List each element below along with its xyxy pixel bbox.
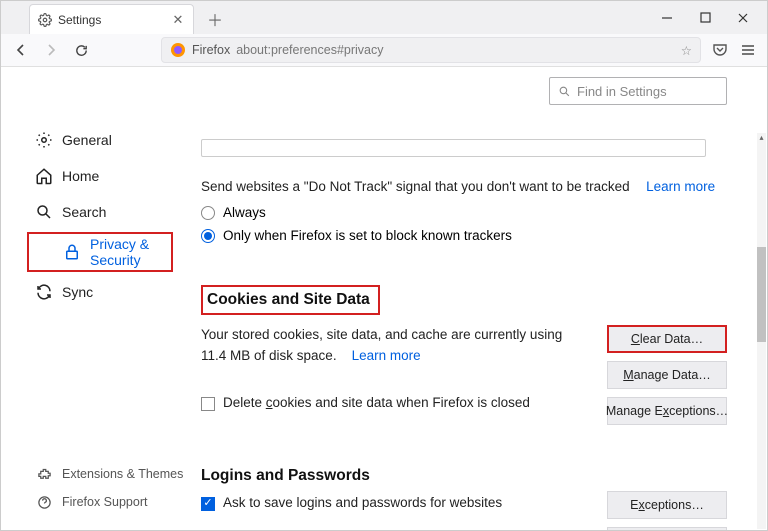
logins-header: Logins and Passwords bbox=[201, 467, 727, 485]
puzzle-icon bbox=[35, 465, 53, 483]
content-area: General Home Search Privacy & Security S… bbox=[1, 67, 767, 530]
sync-icon bbox=[35, 283, 53, 301]
url-brand: Firefox bbox=[192, 43, 230, 57]
sidebar: General Home Search Privacy & Security S… bbox=[1, 67, 191, 530]
bookmark-star-icon[interactable]: ☆ bbox=[681, 43, 692, 58]
manage-exceptions-button[interactable]: Manage Exceptions… bbox=[607, 397, 727, 425]
delete-on-close-checkbox[interactable]: Delete cookies and site data when Firefo… bbox=[201, 393, 587, 414]
radio-icon bbox=[201, 229, 215, 243]
radio-label: Always bbox=[223, 205, 266, 220]
sidebar-item-search[interactable]: Search bbox=[1, 194, 191, 230]
autofill-logins-checkbox[interactable]: ✓ Autofill logins and passwords bbox=[235, 528, 587, 530]
home-icon bbox=[35, 167, 53, 185]
gear-icon bbox=[35, 131, 53, 149]
dnt-always-radio[interactable]: Always bbox=[201, 205, 727, 220]
cookies-learn-more-link[interactable]: Learn more bbox=[352, 348, 421, 363]
checkbox-label: Autofill logins and passwords bbox=[257, 528, 431, 530]
scroll-up-icon[interactable]: ▴ bbox=[757, 133, 766, 143]
exceptions-button[interactable]: Exceptions… bbox=[607, 491, 727, 519]
minimize-button[interactable] bbox=[659, 10, 675, 26]
hamburger-menu-icon[interactable] bbox=[739, 41, 757, 59]
toolbar: Firefox about:preferences#privacy ☆ bbox=[1, 34, 767, 67]
firefox-icon bbox=[170, 42, 186, 58]
radio-icon bbox=[201, 206, 215, 220]
scrollbar-thumb[interactable] bbox=[757, 247, 766, 342]
search-icon bbox=[558, 85, 571, 98]
checkbox-icon bbox=[201, 397, 215, 411]
sidebar-item-support[interactable]: Firefox Support bbox=[1, 488, 191, 516]
help-icon bbox=[35, 493, 53, 511]
saved-logins-button[interactable]: Saved Logins… bbox=[607, 527, 727, 530]
dnt-text: Send websites a "Do Not Track" signal th… bbox=[201, 179, 630, 194]
gear-icon bbox=[38, 13, 52, 27]
close-window-button[interactable] bbox=[735, 10, 751, 26]
tab-close-icon[interactable]: ✕ bbox=[171, 12, 185, 28]
address-bar[interactable]: Firefox about:preferences#privacy ☆ bbox=[161, 37, 701, 63]
checkbox-label: Delete cookies and site data when Firefo… bbox=[223, 393, 530, 414]
manage-data-button[interactable]: Manage Data… bbox=[607, 361, 727, 389]
ask-save-logins-checkbox[interactable]: ✓ Ask to save logins and passwords for w… bbox=[201, 493, 587, 514]
sidebar-item-general[interactable]: General bbox=[1, 122, 191, 158]
cookies-header: Cookies and Site Data bbox=[201, 285, 380, 315]
tab-settings[interactable]: Settings ✕ bbox=[29, 4, 194, 34]
dnt-learn-more-link[interactable]: Learn more bbox=[646, 179, 715, 194]
url-text: about:preferences#privacy bbox=[236, 43, 681, 57]
search-icon bbox=[35, 203, 53, 221]
window: Settings ✕ ＋ Firefox about:preferences#p… bbox=[0, 0, 768, 531]
back-button[interactable] bbox=[11, 40, 31, 60]
tab-label: Settings bbox=[58, 13, 171, 27]
sidebar-item-home[interactable]: Home bbox=[1, 158, 191, 194]
lock-icon bbox=[63, 243, 81, 261]
radio-label: Only when Firefox is set to block known … bbox=[223, 228, 512, 243]
search-placeholder: Find in Settings bbox=[577, 84, 667, 99]
sidebar-label: Search bbox=[62, 204, 106, 220]
sidebar-item-sync[interactable]: Sync bbox=[1, 274, 191, 310]
sidebar-item-extensions[interactable]: Extensions & Themes bbox=[1, 460, 191, 488]
checkbox-icon: ✓ bbox=[201, 497, 215, 511]
sidebar-label: General bbox=[62, 132, 112, 148]
checkbox-label: Ask to save logins and passwords for web… bbox=[223, 493, 502, 514]
sidebar-label: Extensions & Themes bbox=[62, 467, 183, 481]
tab-strip: Settings ✕ ＋ bbox=[1, 1, 767, 34]
forward-button[interactable] bbox=[41, 40, 61, 60]
sidebar-label: Sync bbox=[62, 284, 93, 300]
sidebar-label: Home bbox=[62, 168, 99, 184]
window-controls bbox=[659, 1, 761, 34]
sidebar-label: Privacy & Security bbox=[90, 236, 171, 268]
maximize-button[interactable] bbox=[697, 10, 713, 26]
main-panel: Find in Settings Send websites a "Do Not… bbox=[191, 67, 767, 530]
new-tab-button[interactable]: ＋ bbox=[200, 4, 230, 34]
sidebar-item-privacy[interactable]: Privacy & Security bbox=[29, 234, 171, 270]
truncated-input[interactable] bbox=[201, 139, 706, 157]
clear-data-button[interactable]: Clear Data… bbox=[607, 325, 727, 353]
dnt-only-radio[interactable]: Only when Firefox is set to block known … bbox=[201, 228, 727, 243]
search-input[interactable]: Find in Settings bbox=[549, 77, 727, 105]
pocket-icon[interactable] bbox=[711, 41, 729, 59]
sidebar-label: Firefox Support bbox=[62, 495, 147, 509]
reload-button[interactable] bbox=[71, 40, 91, 60]
